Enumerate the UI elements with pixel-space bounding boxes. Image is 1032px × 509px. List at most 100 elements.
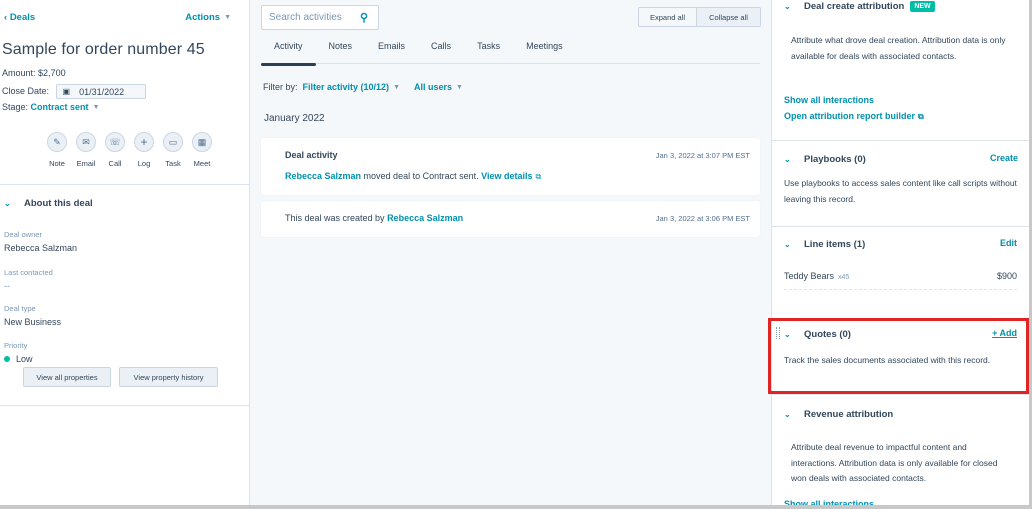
tab-calls[interactable]: Calls (431, 41, 451, 64)
line-item-name: Teddy Bears (784, 271, 835, 281)
revenue-attribution-description: Attribute deal revenue to impactful cont… (791, 442, 998, 483)
playbooks-header[interactable]: ⌄ Playbooks (0) (784, 154, 866, 165)
quotes-highlight-box (768, 318, 1029, 394)
section-title: Playbooks (0) (804, 154, 866, 165)
chevron-down-icon: ⌄ (784, 155, 791, 164)
task-action-button[interactable]: ▭ Task (163, 132, 184, 168)
deal-sidebar: ‹ Deals Actions ▼ Sample for order number… (0, 0, 250, 509)
activity-timestamp: Jan 3, 2022 at 3:06 PM EST (655, 214, 750, 223)
divider (784, 289, 1017, 290)
tab-emails[interactable]: Emails (378, 41, 405, 64)
users-filter-dropdown[interactable]: All users ▼ (414, 82, 463, 92)
tab-meetings[interactable]: Meetings (526, 41, 563, 64)
window-border (0, 505, 1032, 509)
actor-link[interactable]: Rebecca Salzman (387, 213, 463, 223)
activity-text: This deal was created by (285, 213, 388, 223)
activity-card[interactable]: Deal activity Jan 3, 2022 at 3:07 PM EST… (261, 138, 760, 195)
caret-down-icon: ▼ (92, 103, 100, 111)
search-placeholder: Search activities (269, 12, 342, 23)
meeting-icon: ▦ (192, 132, 212, 152)
activity-body: Rebecca Salzman moved deal to Contract s… (285, 171, 541, 182)
note-icon: ✎ (47, 132, 67, 152)
tab-tasks[interactable]: Tasks (477, 41, 500, 64)
close-date-input[interactable]: ▣ 01/31/2022 (55, 84, 146, 99)
caret-down-icon: ▼ (456, 84, 463, 92)
users-filter-label: All users (414, 82, 453, 92)
tab-notes[interactable]: Notes (329, 41, 353, 64)
stage-dropdown[interactable]: Contract sent ▼ (31, 102, 100, 112)
back-to-deals-link[interactable]: ‹ Deals (4, 12, 35, 24)
playbooks-card: ⌄ Playbooks (0) Create Use playbooks to … (772, 141, 1030, 227)
drag-handle-icon[interactable] (776, 327, 780, 339)
amount-value[interactable]: $2,700 (38, 68, 66, 78)
line-item-row[interactable]: Teddy Bears x45 $900 (784, 271, 1017, 281)
deal-type-label: Deal type (4, 304, 36, 313)
chevron-down-icon: ⌄ (784, 240, 791, 249)
activity-body: This deal was created by Rebecca Salzman (285, 213, 463, 223)
deal-create-attribution-header[interactable]: ⌄ Deal create attribution NEW (784, 1, 935, 12)
about-this-deal-section: ⌄ About this deal Deal owner Rebecca Sal… (0, 185, 249, 387)
filter-activity-dropdown[interactable]: Filter activity (10/12) ▼ (303, 82, 400, 92)
chevron-down-icon: ⌄ (784, 2, 791, 11)
show-all-interactions-link[interactable]: Show all interactions (784, 95, 874, 105)
search-activities-input[interactable]: Search activities ⚲ (261, 5, 379, 30)
meet-action-button[interactable]: ▦ Meet (192, 132, 213, 168)
stage-value: Contract sent (30, 102, 89, 112)
priority-value[interactable]: Low (0, 354, 249, 364)
deal-type-value[interactable]: New Business (0, 317, 249, 327)
chevron-down-icon: ⌄ (4, 199, 11, 208)
playbooks-description: Use playbooks to access sales content li… (784, 178, 1017, 204)
tab-activity[interactable]: Activity (261, 41, 315, 66)
caret-down-icon: ▼ (224, 13, 231, 21)
close-date-line: Close Date: ▣ 01/31/2022 (2, 84, 249, 99)
deal-owner-label: Deal owner (4, 230, 42, 239)
action-label: Task (165, 159, 181, 168)
deal-owner-value[interactable]: Rebecca Salzman (0, 243, 249, 253)
view-details-link[interactable]: View details (481, 171, 532, 181)
attribution-description: Attribute what drove deal creation. Attr… (791, 35, 1006, 61)
line-item-qty: x45 (838, 274, 850, 281)
call-action-button[interactable]: ☏ Call (105, 132, 126, 168)
open-report-builder-link[interactable]: Open attribution report builder ⧉ (784, 111, 924, 122)
actions-dropdown[interactable]: Actions ▼ (185, 12, 231, 24)
action-label: Call (108, 159, 122, 168)
actions-label: Actions (185, 12, 221, 23)
search-icon[interactable]: ⚲ (360, 11, 368, 24)
filter-activity-label: Filter activity (10/12) (302, 82, 390, 92)
close-date-label: Close Date: (2, 85, 50, 96)
activity-timeline: Search activities ⚲ Expand all Collapse … (251, 0, 770, 509)
calendar-icon: ▣ (62, 86, 71, 96)
last-contacted-label: Last contacted (4, 268, 53, 277)
view-all-properties-button[interactable]: View all properties (23, 367, 111, 387)
section-title: Line items (1) (804, 239, 866, 250)
section-title: About this deal (24, 198, 93, 209)
stage-line: Stage: Contract sent ▼ (2, 101, 249, 113)
activity-text: moved deal to Contract sent. (361, 171, 482, 181)
line-item-price: $900 (996, 271, 1017, 281)
edit-line-items-button[interactable]: Edit (1000, 238, 1017, 248)
line-items-header[interactable]: ⌄ Line items (1) (784, 239, 865, 250)
revenue-attribution-header[interactable]: ⌄ Revenue attribution (784, 409, 893, 420)
activity-timestamp: Jan 3, 2022 at 3:07 PM EST (655, 151, 750, 160)
divider (772, 394, 1030, 395)
expand-all-button[interactable]: Expand all (639, 8, 697, 26)
plus-icon: + (134, 132, 154, 152)
email-action-button[interactable]: ✉ Email (76, 132, 97, 168)
activity-card[interactable]: This deal was created by Rebecca Salzman… (261, 201, 760, 237)
back-label: Deals (9, 12, 36, 23)
expand-collapse-toggle: Expand all Collapse all (638, 7, 761, 27)
action-label: Log (137, 159, 151, 168)
create-playbook-button[interactable]: Create (990, 153, 1018, 163)
about-section-header[interactable]: ⌄ About this deal (0, 198, 249, 209)
actor-link[interactable]: Rebecca Salzman (285, 171, 361, 181)
note-action-button[interactable]: ✎ Note (47, 132, 68, 168)
last-contacted-value: -- (4, 281, 10, 291)
amount-line: Amount: $2,700 (2, 67, 249, 79)
view-property-history-button[interactable]: View property history (119, 367, 218, 387)
log-action-button[interactable]: + Log (134, 132, 155, 168)
collapse-all-button[interactable]: Collapse all (697, 8, 760, 26)
activity-tabs: Activity Notes Emails Calls Tasks Meetin… (261, 41, 760, 66)
action-label: Email (76, 159, 96, 168)
amount-label: Amount: (2, 68, 36, 78)
call-icon: ☏ (105, 132, 125, 152)
